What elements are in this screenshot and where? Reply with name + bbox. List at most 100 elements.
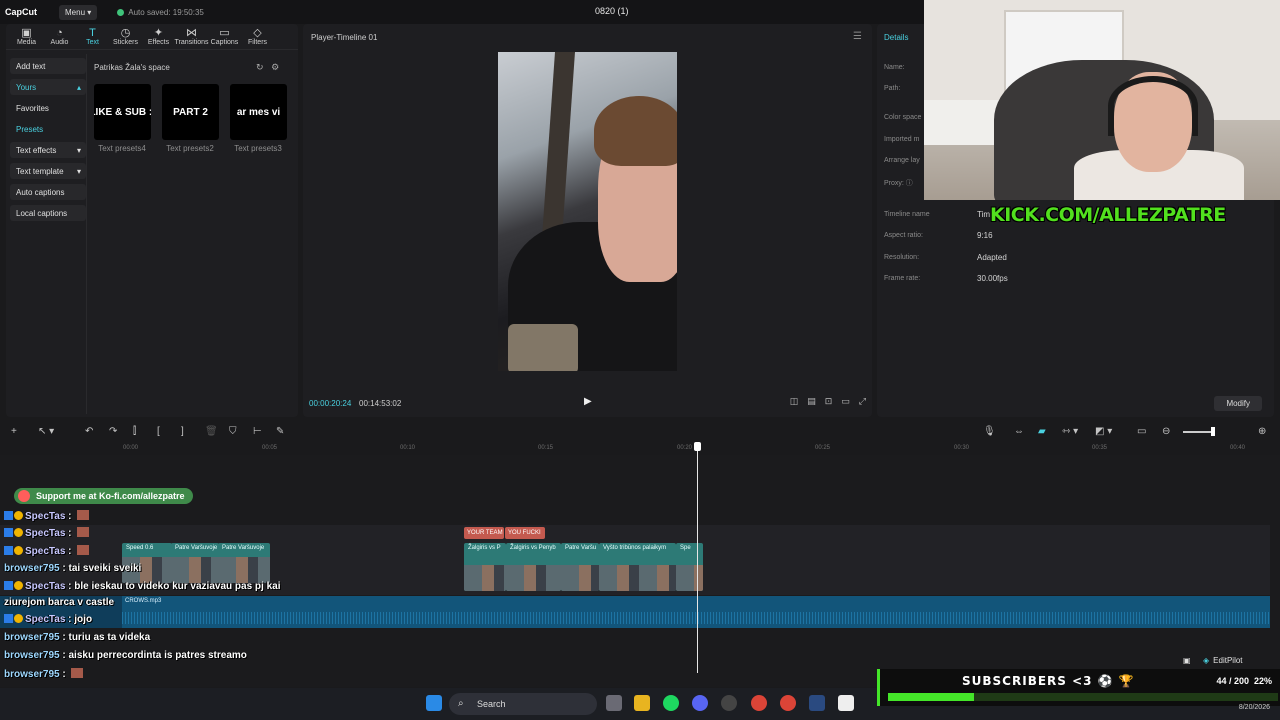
ratio-icon[interactable]: ▭ (841, 396, 850, 407)
tab-audio[interactable]: ◔ Audio (43, 24, 76, 49)
effects-icon: ✦ (153, 26, 164, 39)
text-preset-card[interactable]: LIKE & SUB :) (94, 84, 151, 140)
redo-icon[interactable]: ↷ (109, 426, 117, 437)
video-clip[interactable]: Patre Varšuvoje (171, 543, 219, 583)
timeline-ruler[interactable]: 00:00 00:05 00:10 00:15 00:20 00:25 00:3… (0, 443, 1280, 455)
tab-text[interactable]: T Text (76, 24, 109, 49)
kofi-icon (18, 490, 30, 502)
audio-clip[interactable]: CROWS.mp3 (122, 596, 1270, 628)
link-icon[interactable]: ⇔ (1014, 426, 1024, 437)
chrome-icon[interactable] (780, 695, 796, 711)
audio-waveform (122, 612, 1270, 624)
undo-icon[interactable]: ↶ (85, 426, 93, 437)
feedback-icon[interactable]: ▣ (1183, 656, 1191, 665)
tab-transitions[interactable]: ⋈ Transitions (175, 24, 209, 49)
trophy-icon: 🏆 (1118, 674, 1135, 688)
nav-add-text[interactable]: Add text (10, 58, 86, 74)
obs-icon[interactable] (721, 695, 737, 711)
windows-start-icon[interactable] (426, 695, 442, 711)
detail-label: Resolution: (884, 254, 920, 261)
taskbar-search[interactable]: ⌕ Search (449, 693, 597, 715)
tab-captions[interactable]: ▭ Captions (208, 24, 241, 49)
info-icon: ⓘ (905, 180, 913, 187)
player-panel: Player-Timeline 01 ☰ 00:00:20:24 00:14:5… (303, 24, 872, 417)
menu-icon[interactable]: ☰ (853, 31, 862, 42)
trim-right-icon[interactable]: ] (181, 426, 184, 437)
steam-icon[interactable] (809, 695, 825, 711)
video-content (508, 324, 578, 371)
delete-icon[interactable]: 🗑 (205, 426, 218, 437)
preset-label: Text presets3 (234, 144, 282, 153)
video-clip[interactable]: Patre Varšu (561, 543, 599, 591)
caption-icon[interactable]: ▭ (1137, 426, 1146, 437)
tab-effects[interactable]: ✦ Effects (142, 24, 175, 49)
snap-icon[interactable]: ⇿ ▾ (1062, 426, 1078, 437)
trim-left-icon[interactable]: [ (157, 426, 160, 437)
video-clip[interactable]: Spe (676, 543, 703, 591)
text-clip[interactable]: YOU FUCKI (505, 527, 545, 539)
nav-text-effects[interactable]: Text effects ▾ (10, 142, 86, 158)
chat-message: SpecTas : ble ieskau to videko kur vazia… (4, 581, 280, 592)
total-timecode: 00:14:53:02 (359, 399, 402, 408)
capcut-icon[interactable] (838, 695, 854, 711)
video-clip[interactable]: Vyšto tribūnos palaikym (599, 543, 676, 591)
zoom-in-icon[interactable]: ⊕ (1258, 426, 1266, 437)
settings-icon[interactable]: ⚙ (271, 62, 279, 72)
editpilot-button[interactable]: ▣ ◈ EditPilot (1183, 656, 1243, 665)
snapshot-icon[interactable]: ⊡ (825, 396, 833, 407)
video-clip[interactable]: Patre Varšuvoje (218, 543, 270, 583)
tab-media[interactable]: ▣ Media (10, 24, 43, 49)
chrome-icon[interactable] (751, 695, 767, 711)
nav-auto-captions[interactable]: Auto captions (10, 184, 86, 200)
ruler-tick: 00:25 (815, 445, 831, 451)
nav-text-template[interactable]: Text template ▾ (10, 163, 86, 179)
nav-local-captions[interactable]: Local captions (10, 205, 86, 221)
tab-stickers[interactable]: ◷ Stickers (109, 24, 142, 49)
file-explorer-icon[interactable] (634, 695, 650, 711)
freeze-icon[interactable]: ⊢ (253, 426, 262, 437)
zoom-slider[interactable] (1183, 431, 1213, 433)
playhead-handle[interactable] (694, 442, 701, 451)
text-preset-card[interactable]: PART 2 (162, 84, 219, 140)
text-preset-card[interactable]: ar mes vi (230, 84, 287, 140)
quality-icon[interactable]: ▤ (807, 396, 816, 407)
video-clip[interactable]: Žalgiris vs Penyb (506, 543, 561, 591)
nav-presets[interactable]: Presets (10, 121, 86, 137)
video-clip[interactable]: Žalgiris vs P (464, 543, 506, 591)
nav-yours[interactable]: Yours ▴ (10, 79, 86, 95)
spotify-icon[interactable] (663, 695, 679, 711)
player-tools: ◫ ▤ ⊡ ▭ ⤢ (790, 396, 866, 407)
playhead[interactable] (697, 443, 698, 673)
text-clip[interactable]: YOUR TEAM (464, 527, 504, 539)
zoom-out-icon[interactable]: ⊖ (1162, 426, 1170, 437)
detail-label: Name: (884, 64, 905, 71)
media-icon: ▣ (21, 26, 32, 39)
preview-axis-icon[interactable]: ◩ ▾ (1095, 426, 1112, 437)
menu-button[interactable]: Menu ▾ (59, 4, 98, 20)
add-track-icon[interactable]: + (11, 426, 17, 437)
space-title: Patrikas Žala's space (94, 63, 170, 72)
tab-details[interactable]: Details (884, 33, 908, 42)
chat-message: SpecTas : (4, 510, 90, 522)
refresh-icon[interactable]: ↻ (256, 62, 264, 72)
select-tool-icon[interactable]: ↖ ▾ (38, 426, 54, 437)
play-icon[interactable]: ▶ (584, 396, 592, 407)
task-view-icon[interactable] (606, 695, 622, 711)
fullscreen-icon[interactable]: ⤢ (859, 396, 866, 407)
split-icon[interactable]: ⫿ (133, 426, 136, 437)
modify-button[interactable]: Modify (1214, 396, 1262, 411)
marker-icon[interactable]: ⛉ (229, 426, 237, 437)
discord-icon[interactable] (692, 695, 708, 711)
video-preview[interactable] (498, 52, 677, 371)
ruler-tick: 00:20 (677, 445, 693, 451)
subs-count: 44 / 200 22% (1216, 676, 1272, 686)
mic-icon[interactable]: 🎙 (983, 426, 996, 437)
crop-icon[interactable]: ◫ (790, 396, 799, 407)
nav-favorites[interactable]: Favorites (10, 100, 86, 116)
zoom-slider-handle[interactable] (1211, 427, 1215, 436)
tab-filters[interactable]: ◇ Filters (241, 24, 274, 49)
edit-icon[interactable]: ✎ (276, 426, 284, 437)
space-actions: ↻ ⚙ (256, 62, 279, 73)
magnet-icon[interactable]: ▰ (1038, 426, 1046, 437)
transitions-icon: ⋈ (186, 26, 197, 39)
